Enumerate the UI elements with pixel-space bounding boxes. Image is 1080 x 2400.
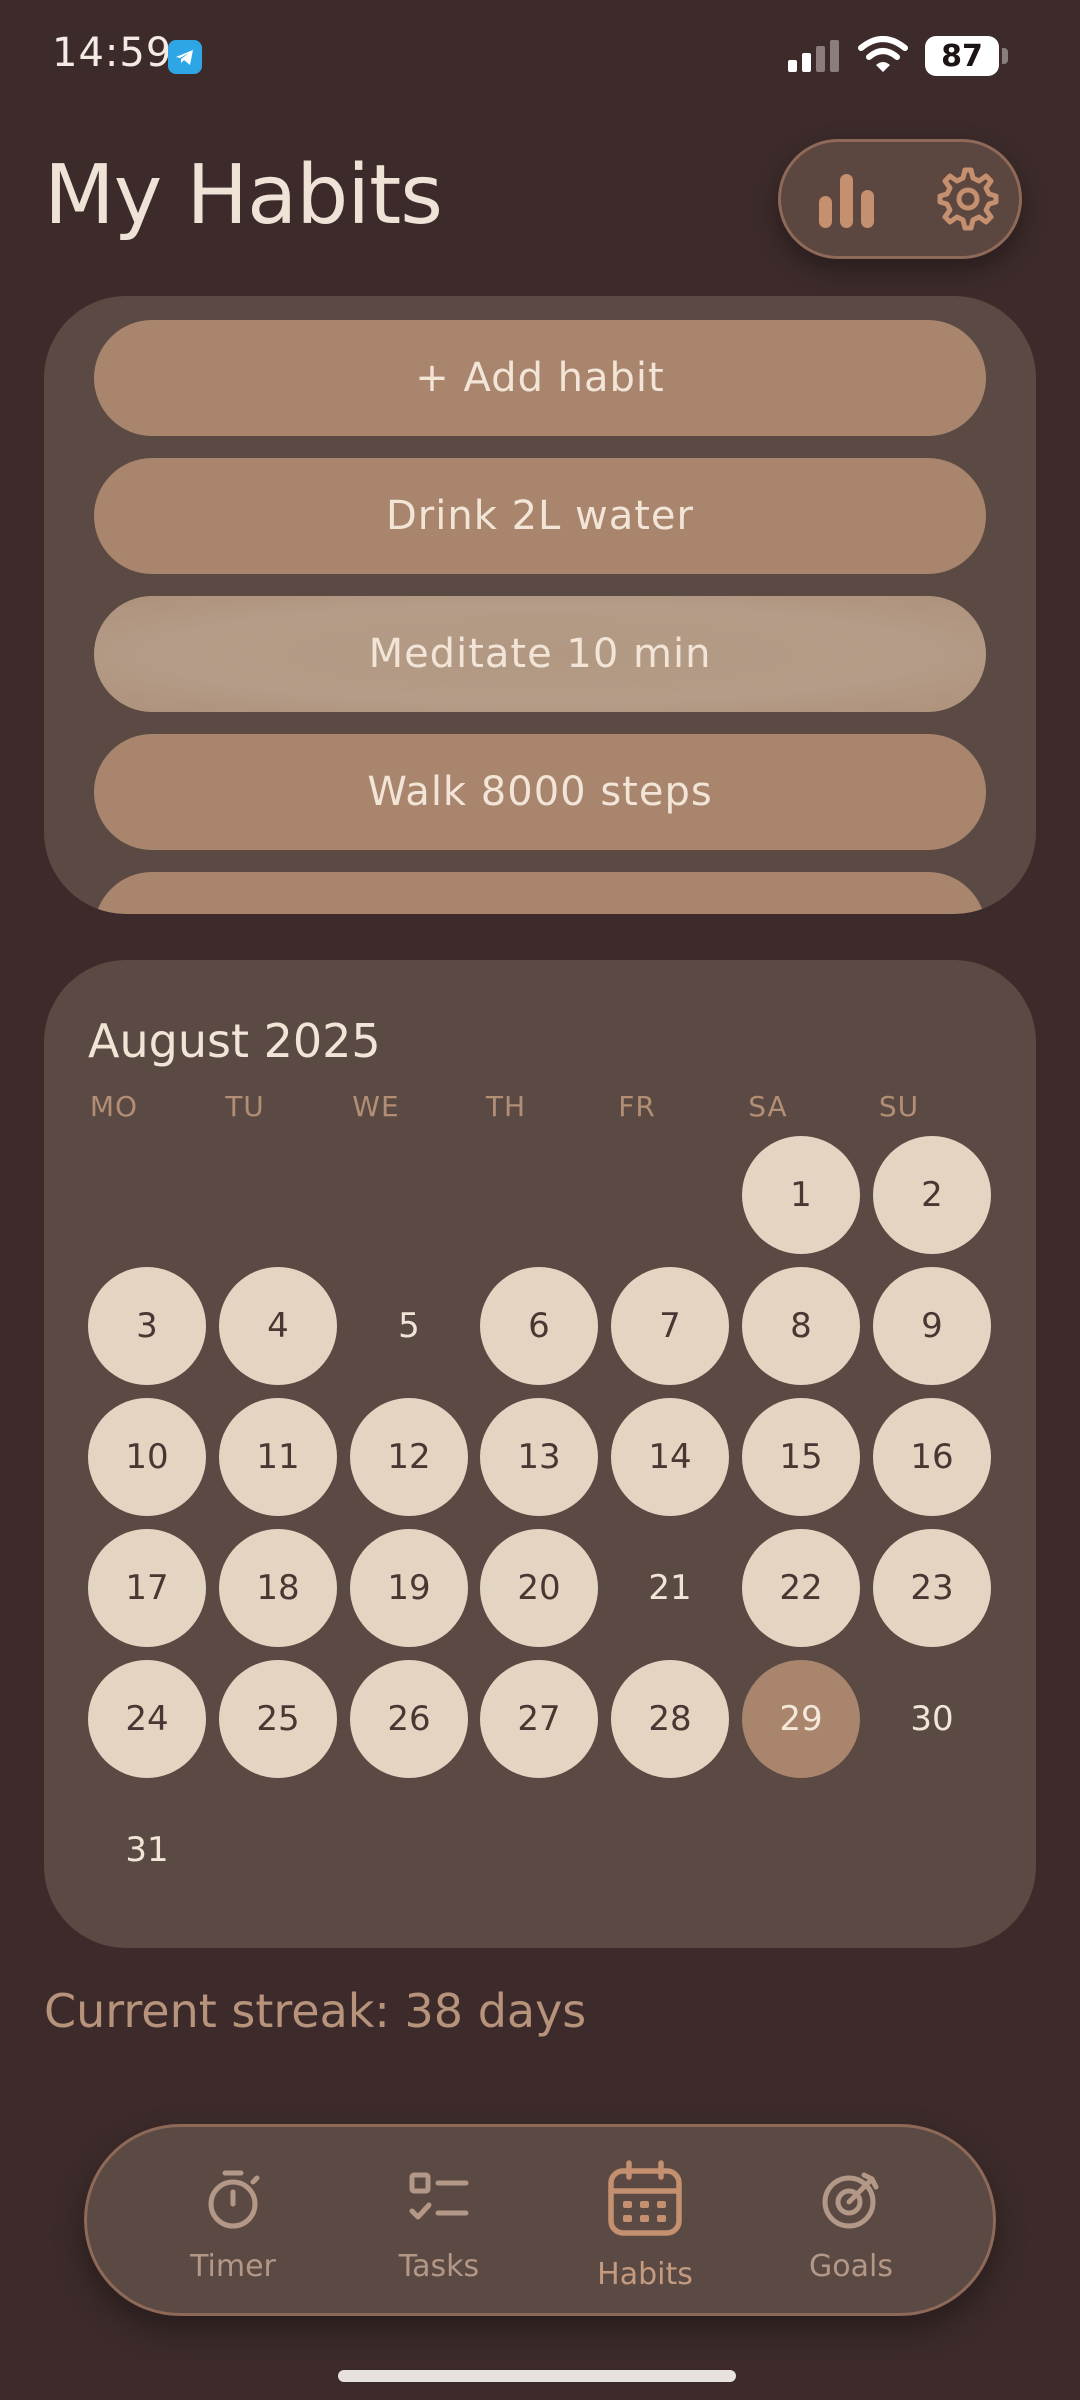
calendar-day[interactable]: 7 [611, 1267, 729, 1385]
calendar-day[interactable]: 10 [88, 1398, 206, 1516]
habit-item[interactable]: Drink 2L water [94, 458, 986, 574]
wifi-icon [858, 36, 908, 74]
calendar-day[interactable]: 22 [742, 1529, 860, 1647]
nav-label: Tasks [398, 2249, 480, 2284]
stopwatch-icon [208, 2170, 260, 2229]
calendar-day[interactable]: 25 [219, 1660, 337, 1778]
calendar-day[interactable]: 9 [873, 1267, 991, 1385]
telegram-icon [168, 40, 202, 74]
calendar-day[interactable]: 31 [88, 1791, 206, 1909]
checklist-icon [409, 2172, 469, 2220]
calendar-month-title: August 2025 [88, 1014, 381, 1068]
calendar-day[interactable]: 18 [219, 1529, 337, 1647]
calendar-day[interactable]: 21 [611, 1529, 729, 1647]
gear-icon [937, 167, 999, 231]
calendar-day[interactable]: 26 [350, 1660, 468, 1778]
settings-button[interactable] [931, 162, 1005, 236]
status-bar: 14:59 87 [0, 0, 1080, 115]
status-time: 14:59 [52, 30, 173, 76]
calendar-day[interactable]: 30 [873, 1660, 991, 1778]
target-icon [822, 2172, 879, 2229]
calendar-day[interactable]: 2 [873, 1136, 991, 1254]
weekday-label: TH [485, 1090, 527, 1123]
calendar-day[interactable]: 16 [873, 1398, 991, 1516]
calendar-day[interactable]: 14 [611, 1398, 729, 1516]
calendar-day[interactable]: 3 [88, 1267, 206, 1385]
weekday-label: SU [878, 1090, 920, 1123]
habit-list: + Add habit Drink 2L water Meditate 10 m… [44, 296, 1036, 914]
screen: 14:59 87 My Habits + Add habit Drink 2L … [0, 0, 1080, 2400]
habit-item-partial[interactable] [94, 872, 986, 914]
home-indicator [338, 2370, 736, 2382]
calendar-day[interactable]: 28 [611, 1660, 729, 1778]
calendar-card: August 2025 MO TU WE TH FR SA SU 1 2 3 4 5 6 7 8 9 10 11… [44, 960, 1036, 1948]
calendar-day[interactable]: 20 [480, 1529, 598, 1647]
bar-chart-icon [819, 174, 874, 228]
calendar-day[interactable]: 13 [480, 1398, 598, 1516]
calendar-day[interactable]: 17 [88, 1529, 206, 1647]
calendar-day[interactable]: 11 [219, 1398, 337, 1516]
weekday-label: WE [352, 1090, 400, 1123]
nav-tasks[interactable]: Tasks [339, 2127, 539, 2313]
calendar-day[interactable]: 1 [742, 1136, 860, 1254]
weekday-label: SA [748, 1090, 788, 1123]
calendar-icon [608, 2160, 682, 2236]
nav-label: Habits [597, 2257, 693, 2292]
nav-goals[interactable]: Goals [751, 2127, 951, 2313]
header-actions [778, 139, 1022, 259]
calendar-day[interactable]: 4 [219, 1267, 337, 1385]
nav-label: Timer [190, 2249, 276, 2284]
weekday-label: FR [618, 1090, 656, 1123]
nav-timer[interactable]: Timer [133, 2127, 333, 2313]
calendar-day[interactable]: 23 [873, 1529, 991, 1647]
cellular-signal-icon [788, 40, 840, 72]
calendar-day[interactable]: 6 [480, 1267, 598, 1385]
streak-text: Current streak: 38 days [44, 1984, 587, 2038]
calendar-day[interactable]: 19 [350, 1529, 468, 1647]
nav-habits[interactable]: Habits [545, 2127, 745, 2313]
nav-label: Goals [809, 2249, 893, 2284]
calendar-day[interactable]: 12 [350, 1398, 468, 1516]
calendar-day[interactable]: 8 [742, 1267, 860, 1385]
calendar-day-today[interactable]: 29 [742, 1660, 860, 1778]
add-habit-button[interactable]: + Add habit [94, 320, 986, 436]
calendar-day[interactable]: 27 [480, 1660, 598, 1778]
calendar-day[interactable]: 15 [742, 1398, 860, 1516]
battery-tip [1002, 48, 1008, 64]
weekday-label: TU [225, 1090, 265, 1123]
weekday-label: MO [89, 1090, 139, 1123]
stats-button[interactable] [811, 162, 885, 236]
calendar-day[interactable]: 5 [350, 1267, 468, 1385]
habit-item[interactable]: Walk 8000 steps [94, 734, 986, 850]
battery-indicator: 87 [925, 36, 999, 76]
bottom-nav: Timer Tasks Habits Goals [84, 2124, 996, 2316]
calendar-day[interactable]: 24 [88, 1660, 206, 1778]
habit-item[interactable]: Meditate 10 min [94, 596, 986, 712]
page-title: My Habits [44, 148, 443, 243]
